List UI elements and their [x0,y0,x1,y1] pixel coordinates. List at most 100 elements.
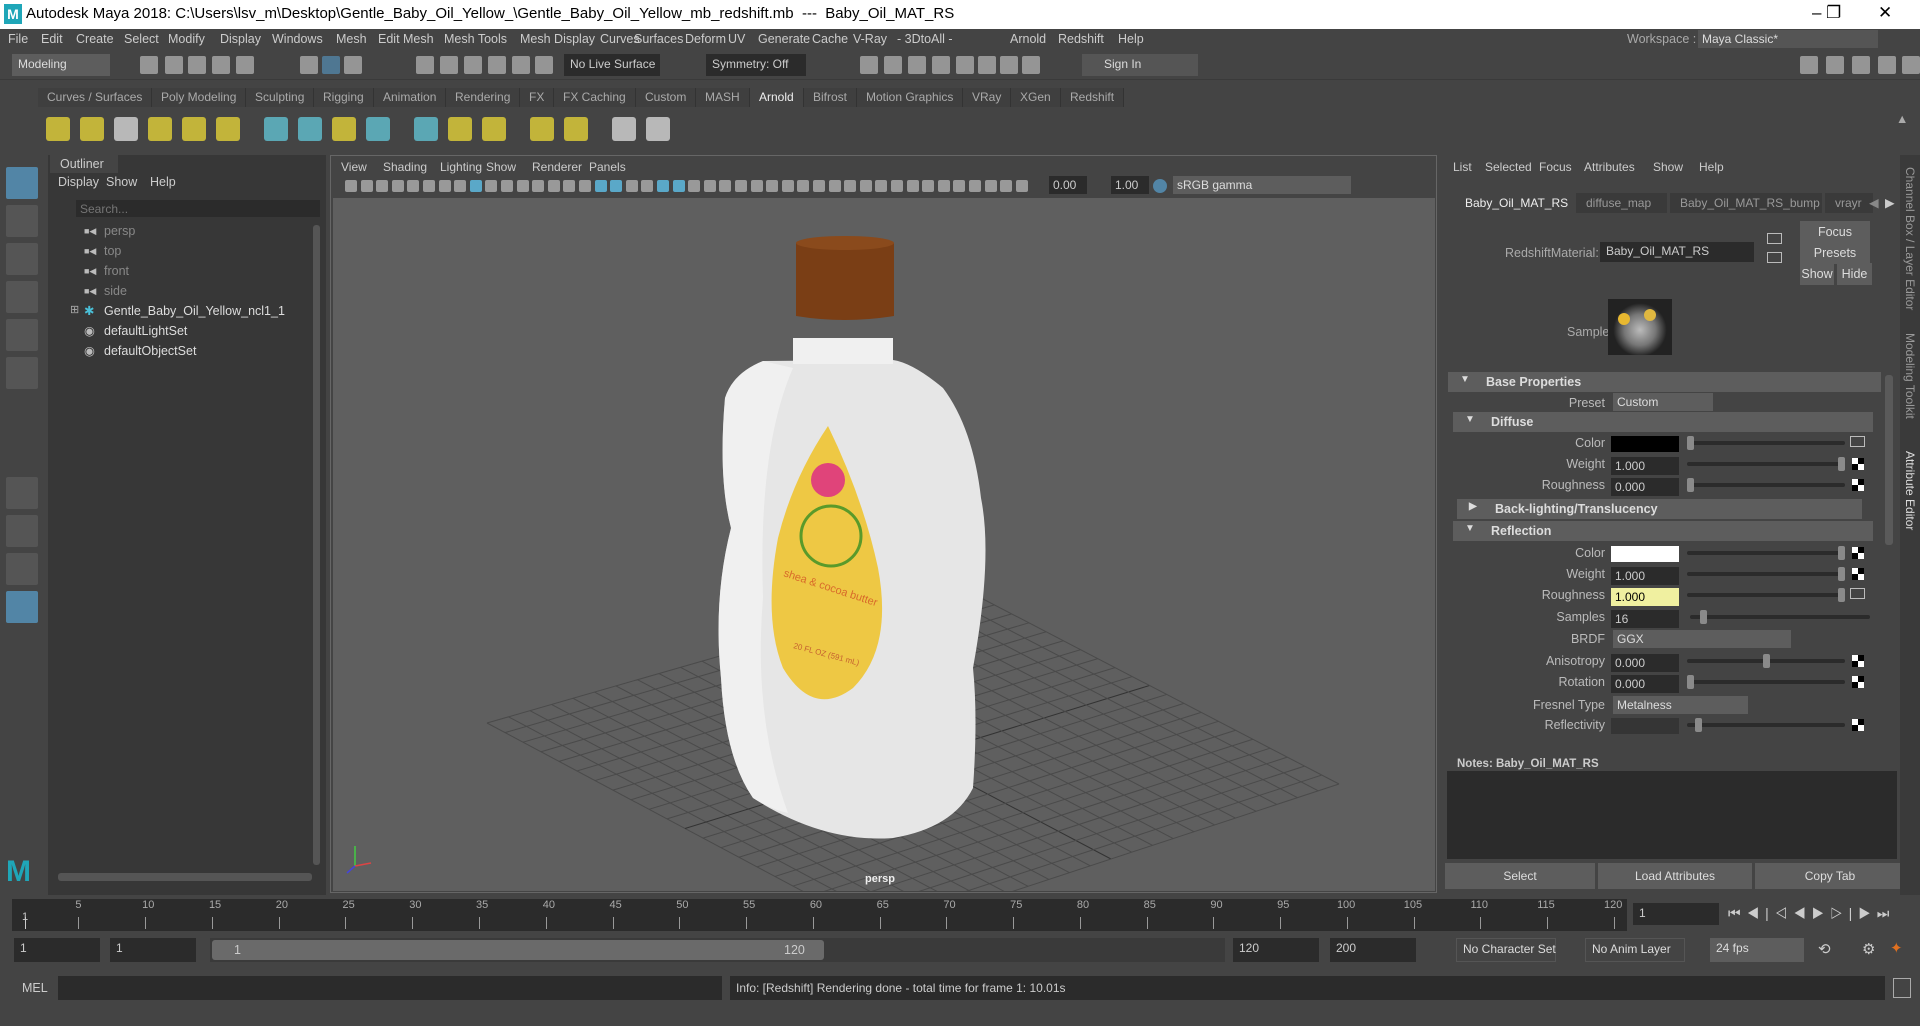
viewport-tool-icon[interactable] [423,180,435,192]
ae-menu-attributes[interactable]: Attributes [1584,160,1635,174]
diffuse-color-slider-handle[interactable] [1687,436,1694,450]
diffuse-weight-slider[interactable] [1687,457,1845,471]
viewport-tool-icon[interactable] [984,180,997,192]
shelf-tab-fx[interactable]: FX [520,88,555,107]
status-tool-icon[interactable] [1826,56,1844,74]
diffuse-color-slider[interactable] [1687,436,1845,450]
menu-modify[interactable]: Modify [168,32,205,46]
expand-icon[interactable]: ⊞ [70,303,79,316]
viewport-tool-icon[interactable] [469,180,482,192]
playback-end-field[interactable]: 120 [1233,938,1319,962]
ae-load-attributes-button[interactable]: Load Attributes [1598,863,1752,889]
ae-tab-vrayr[interactable]: vrayr [1825,193,1873,213]
diffuse-weight-slider-handle[interactable] [1838,457,1845,471]
minimize-button[interactable]: – [1812,3,1821,23]
anisotropy-slider-handle[interactable] [1762,654,1770,668]
script-editor-icon[interactable] [1893,978,1911,998]
time-slider[interactable]: 5 10 15 20 25 30 35 40 45 50 55 60 65 70 75 80 85 90 95 100… [0,897,1920,933]
status-tool-icon[interactable] [464,56,482,74]
viewport-menu-panels[interactable]: Panels [589,160,626,174]
anim-layer-dropdown[interactable]: No Anim Layer [1585,938,1685,962]
status-tool-icon[interactable] [188,56,206,74]
command-language-label[interactable]: MEL [22,981,48,995]
viewport-tool-icon[interactable] [766,180,779,192]
shelf-tab-poly-modeling[interactable]: Poly Modeling [152,88,247,107]
shelf-tool-icon[interactable] [646,117,670,141]
menu-deform[interactable]: Deform [685,32,726,46]
shelf-tool-icon[interactable] [414,117,438,141]
reflection-color-swatch[interactable] [1611,546,1679,562]
reflectivity-slider-handle[interactable] [1694,718,1702,732]
shelf-tool-icon[interactable] [114,117,138,141]
shelf-tool-icon[interactable] [80,117,104,141]
status-tool-icon[interactable] [1000,56,1018,74]
color-space-dropdown[interactable]: sRGB gamma [1173,176,1351,194]
viewport-tool-icon[interactable] [376,180,389,192]
status-tool-icon[interactable] [1878,56,1896,74]
character-set-dropdown[interactable]: No Character Set [1456,938,1556,962]
shelf-tool-icon[interactable] [182,117,206,141]
menu-generate[interactable]: Generate [758,32,810,46]
shelf-tool-icon[interactable] [216,117,240,141]
paint-select-tool-icon[interactable] [6,243,38,275]
menu-create[interactable]: Create [76,32,114,46]
viewport-tool-icon[interactable] [610,180,623,192]
viewport-menu-renderer[interactable]: Renderer [532,160,582,174]
ae-tab-diffuse-map[interactable]: diffuse_map [1576,193,1667,213]
shelf-tab-arnold[interactable]: Arnold [750,88,804,107]
ae-menu-show[interactable]: Show [1653,160,1683,174]
viewport-tool-icon[interactable] [735,180,747,192]
status-tool-icon[interactable] [978,56,996,74]
notes-textarea[interactable] [1447,771,1897,859]
show-button[interactable]: Show [1800,263,1834,285]
viewport-tool-icon[interactable] [391,180,404,192]
menu-file[interactable]: File [8,32,28,46]
shelf-tab-animation[interactable]: Animation [374,88,447,107]
viewport-tool-icon[interactable] [407,180,420,192]
backlighting-header[interactable]: ▶ Back-lighting/Translucency [1457,499,1862,519]
viewport-tool-icon[interactable] [641,180,654,192]
status-tool-icon[interactable] [956,56,974,74]
playback-start-field[interactable]: 1 [110,938,196,962]
viewport-menu-show[interactable]: Show [486,160,516,174]
status-tool-icon[interactable] [1022,56,1040,74]
modeling-toolkit-tab[interactable]: Modeling Toolkit [1903,333,1917,419]
menu-display[interactable]: Display [220,32,261,46]
live-surface-field[interactable]: No Live Surface [564,54,660,76]
reflection-samples-slider[interactable] [1690,610,1870,624]
shelf-tab-sculpting[interactable]: Sculpting [246,88,315,107]
channel-box-tab[interactable]: Channel Box / Layer Editor [1903,167,1917,310]
reflection-color-slider-handle[interactable] [1838,546,1845,560]
shelf-tool-icon[interactable] [612,117,636,141]
shelf-tool-icon[interactable] [482,117,506,141]
reflection-header[interactable]: ▼ Reflection [1453,521,1873,541]
shelf-tab-rigging[interactable]: Rigging [314,88,374,107]
two-view-layout-icon[interactable] [6,553,38,585]
ae-menu-selected[interactable]: Selected [1485,160,1532,174]
menu-windows[interactable]: Windows [272,32,323,46]
viewport-tool-icon[interactable] [719,180,732,192]
status-tool-icon[interactable] [416,56,434,74]
outliner-search-input[interactable] [76,200,320,217]
outliner-menu-show[interactable]: Show [106,175,137,189]
reflection-roughness-connection-icon[interactable] [1850,588,1865,599]
viewport-menu-shading[interactable]: Shading [383,160,427,174]
single-view-layout-icon[interactable] [6,477,38,509]
fps-dropdown[interactable]: 24 fps [1710,938,1804,962]
animation-end-field[interactable]: 200 [1330,938,1416,962]
ae-reflection-samples-field[interactable]: 16 [1611,610,1679,628]
viewport-tool-icon[interactable] [922,180,935,192]
status-tool-icon[interactable] [165,56,183,74]
reflection-roughness-slider-handle[interactable] [1838,588,1845,602]
viewport-tool-icon[interactable] [813,180,825,192]
viewport-tool-icon[interactable] [657,180,669,192]
diffuse-weight-texture-button[interactable] [1852,458,1864,470]
command-input[interactable] [58,976,722,1000]
outliner-item[interactable]: ◉ defaultLightSet [48,321,310,341]
menu-3dtoall[interactable]: - 3DtoAll - [897,32,953,46]
menu-mesh-display[interactable]: Mesh Display [520,32,595,46]
viewport-tool-icon[interactable] [345,180,357,192]
brdf-dropdown[interactable]: GGX [1613,630,1791,648]
shelf-tab-xgen[interactable]: XGen [1011,88,1061,107]
outliner-item[interactable]: ■◀ front [48,261,310,281]
